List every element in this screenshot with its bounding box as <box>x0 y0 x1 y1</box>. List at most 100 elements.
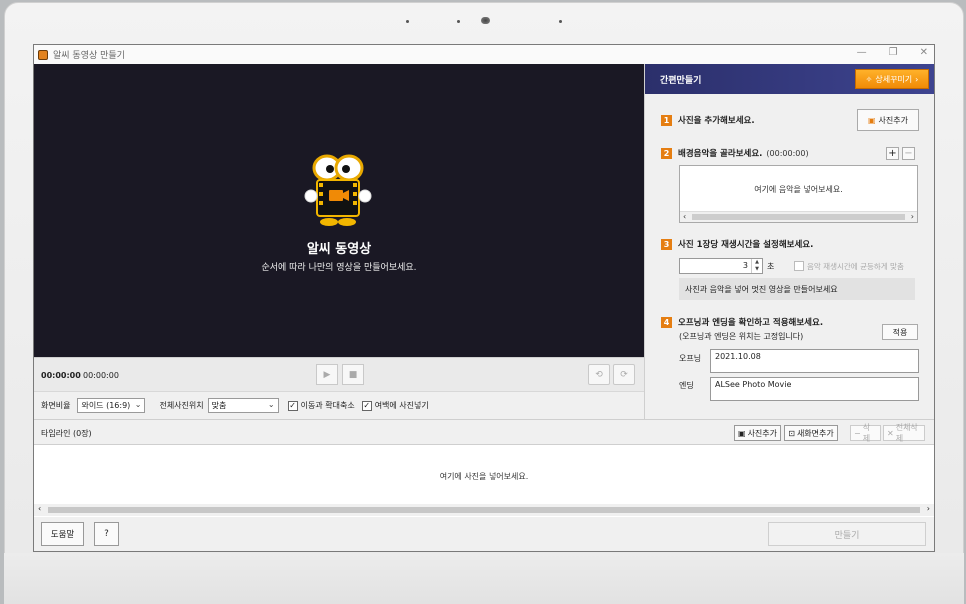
scroll-left-icon[interactable]: ‹ <box>683 212 686 221</box>
stop-icon: ■ <box>348 369 358 380</box>
camera-lens <box>481 17 490 24</box>
step-4-note: (오프닝과 엔딩은 위치는 고정입니다) <box>679 332 804 341</box>
timeline-add-photo-label: 사진추가 <box>747 428 778 438</box>
make-button[interactable]: 만들기 <box>768 522 926 546</box>
panel-title: 간편만들기 <box>660 76 702 86</box>
move-zoom-label: 이동과 확대축소 <box>300 401 355 410</box>
panel-header: 간편만들기 ✧ 상세꾸미기 › <box>645 64 934 94</box>
app-icon <box>38 49 48 60</box>
scroll-left-icon[interactable]: ‹ <box>38 504 41 513</box>
music-duration: (00:00:00) <box>766 148 809 158</box>
window-controls: — ❐ ✕ <box>857 47 928 58</box>
ending-field[interactable]: ALSee Photo Movie <box>710 377 919 401</box>
add-photo-button[interactable]: ▣ 사진추가 <box>857 109 919 131</box>
sync-music-checkbox[interactable] <box>794 261 804 271</box>
camera-dot <box>457 20 460 23</box>
make-label: 만들기 <box>834 530 860 541</box>
duration-value: 3 <box>742 261 748 270</box>
photo-add-icon: ▣ <box>867 115 876 125</box>
fill-blank-label: 여백에 사진넣기 <box>374 401 429 410</box>
play-icon: ▶ <box>323 369 331 380</box>
music-hint: 여기에 음악을 넣어보세요. <box>754 185 843 194</box>
title-bar: 알씨 동영상 만들기 — ❐ ✕ <box>34 45 934 64</box>
close-icon: ✕ <box>887 428 894 438</box>
music-scrollbar[interactable]: ‹ › <box>680 211 917 222</box>
position-label: 전체사진위치 <box>159 401 204 410</box>
chevron-down-icon: ⌄ <box>267 400 275 409</box>
delete-label: 삭제 <box>862 423 871 443</box>
stepper-arrows[interactable]: ▲ ▼ <box>751 259 762 273</box>
add-music-button[interactable]: + <box>886 147 899 160</box>
step-4: 4 오프닝과 엔딩을 확인하고 적용해보세요. <box>661 316 823 328</box>
laptop-bezel-bottom <box>4 553 964 604</box>
app-window: 알씨 동영상 만들기 — ❐ ✕ 알씨 동영상 순서에 따라 나만의 영상을 만… <box>33 44 935 552</box>
opening-value: 2021.10.08 <box>715 352 761 361</box>
step-2: 2 배경음악을 골라보세요. (00:00:00) <box>661 147 809 159</box>
timeline-drop-area[interactable]: 여기에 사진을 넣어보세요. ‹ › <box>34 445 934 517</box>
chevron-right-icon: › <box>915 74 919 84</box>
close-button[interactable]: ✕ <box>920 47 928 58</box>
info-text: 사진과 음악을 넣어 멋진 영상을 만들어보세요 <box>685 284 838 294</box>
detail-edit-button[interactable]: ✧ 상세꾸미기 › <box>855 69 929 89</box>
question-label: ? <box>104 529 109 539</box>
ending-label: 엔딩 <box>679 381 694 390</box>
help-label: 도움말 <box>50 530 75 540</box>
stop-button[interactable]: ■ <box>342 364 364 385</box>
intro-subtitle: 순서에 따라 나만의 영상을 만들어보세요. <box>261 263 417 273</box>
music-drop-area[interactable]: 여기에 음악을 넣어보세요. ‹ › <box>679 165 918 223</box>
rewind-button[interactable]: ⟲ <box>588 364 610 385</box>
delete-button[interactable]: − 삭제 <box>850 423 881 443</box>
timeline-header: 타임라인 (0장) ▣ 사진추가 ⊡ 새화면추가 − 삭제 ✕ 전체삭제 <box>34 419 934 445</box>
question-button[interactable]: ? <box>94 522 119 546</box>
minimize-button[interactable]: — <box>857 47 867 58</box>
duration-unit: 초 <box>767 262 775 271</box>
timeline-title: 타임라인 (0장) <box>41 429 92 438</box>
rewind-icon: ⟲ <box>595 369 603 380</box>
ending-value: ALSee Photo Movie <box>715 380 792 389</box>
step-number: 3 <box>661 238 672 250</box>
window-title: 알씨 동영상 만들기 <box>53 51 125 61</box>
ratio-select[interactable]: 와이드 (16:9) ⌄ <box>77 398 146 413</box>
opening-field[interactable]: 2021.10.08 <box>710 349 919 373</box>
delete-all-button[interactable]: ✕ 전체삭제 <box>883 423 925 443</box>
remove-music-button[interactable]: − <box>902 147 915 160</box>
restore-button[interactable]: ❐ <box>889 47 898 58</box>
video-preview: 알씨 동영상 순서에 따라 나만의 영상을 만들어보세요. <box>34 64 644 357</box>
duration-stepper[interactable]: 3 ▲ ▼ <box>679 258 763 274</box>
apply-label: 적용 <box>892 327 908 337</box>
position-select[interactable]: 맞춤 ⌄ <box>207 398 279 413</box>
photo-add-icon: ▣ <box>738 428 746 438</box>
fill-blank-checkbox[interactable]: ✓ <box>361 400 372 411</box>
add-new-screen-button[interactable]: ⊡ 새화면추가 <box>784 425 838 441</box>
screen-add-icon: ⊡ <box>788 428 795 438</box>
quick-make-panel: 간편만들기 ✧ 상세꾸미기 › 1 사진을 추가해보세요. ▣ 사진추가 2 배… <box>644 64 934 419</box>
scroll-thumb[interactable] <box>48 507 920 513</box>
apply-button[interactable]: 적용 <box>882 324 918 340</box>
add-new-screen-label: 새화면추가 <box>796 428 834 438</box>
play-button[interactable]: ▶ <box>316 364 338 385</box>
minus-icon: − <box>904 147 913 159</box>
forward-button[interactable]: ⟳ <box>613 364 635 385</box>
help-button[interactable]: 도움말 <box>41 522 84 546</box>
step-1: 1 사진을 추가해보세요. <box>661 114 755 126</box>
playback-bar: 00:00:00 00:00:00 ▶ ■ ⟲ ⟳ <box>34 357 644 391</box>
scroll-thumb[interactable] <box>692 214 905 220</box>
timeline-scrollbar[interactable]: ‹ › <box>34 504 934 516</box>
plus-icon: + <box>888 147 897 159</box>
current-time: 00:00:00 <box>41 371 81 380</box>
detail-edit-label: 상세꾸미기 <box>875 74 913 84</box>
camera-dot <box>406 20 409 23</box>
step-number: 2 <box>661 147 672 159</box>
scroll-right-icon[interactable]: › <box>911 212 914 221</box>
timeline-add-photo-button[interactable]: ▣ 사진추가 <box>734 425 781 441</box>
chevron-down-icon: ⌄ <box>134 400 142 409</box>
mascot-icon <box>304 154 372 226</box>
ratio-label: 화면비율 <box>41 401 71 410</box>
scroll-right-icon[interactable]: › <box>927 504 930 513</box>
ratio-value: 와이드 (16:9) <box>81 401 131 410</box>
step-2-text: 배경음악을 골라보세요. <box>678 149 763 159</box>
sync-music-label: 음악 재생시간에 균등하게 맞춤 <box>807 262 904 271</box>
forward-icon: ⟳ <box>620 369 628 380</box>
move-zoom-checkbox[interactable]: ✓ <box>287 400 298 411</box>
footer-bar: 도움말 ? 만들기 <box>34 517 934 551</box>
